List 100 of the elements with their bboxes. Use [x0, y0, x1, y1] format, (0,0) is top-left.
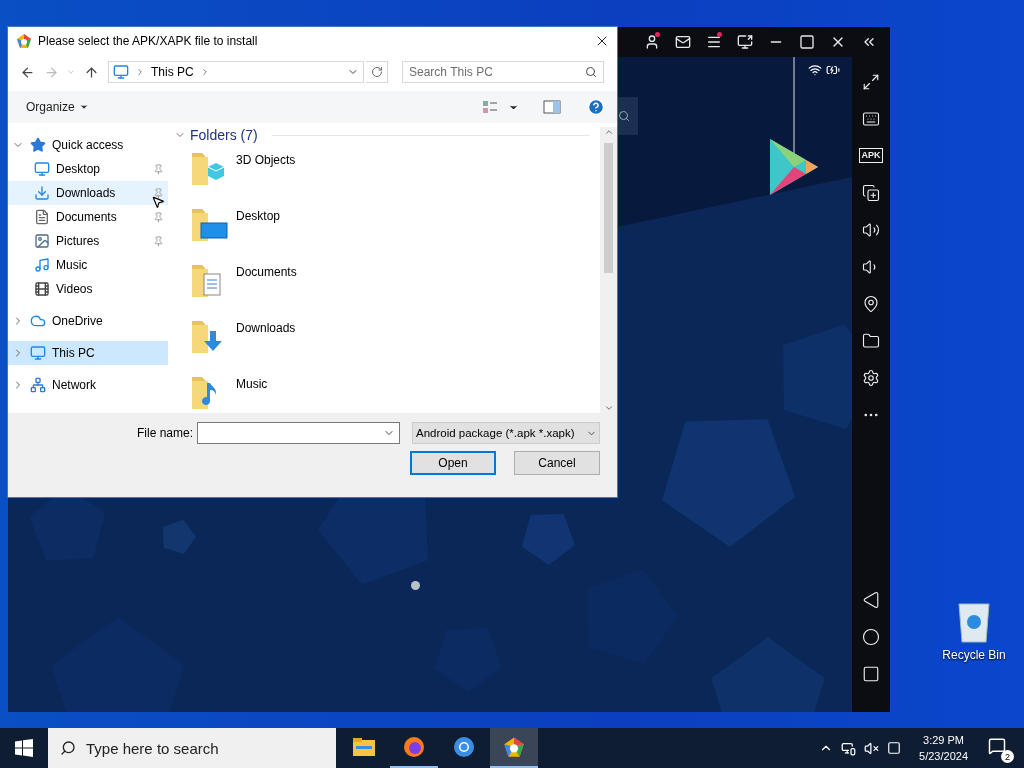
folder-icon: [352, 737, 376, 757]
arrow-right-icon: [43, 64, 59, 80]
nav-label: OneDrive: [52, 314, 104, 328]
cancel-button[interactable]: Cancel: [514, 451, 600, 475]
download-icon: [34, 185, 50, 201]
network-icon[interactable]: [841, 740, 857, 756]
folder-item[interactable]: Desktop: [174, 205, 600, 261]
page-indicator-dot: [411, 581, 420, 590]
notifications-button[interactable]: 2: [986, 733, 1014, 763]
round-browser-icon: [453, 736, 475, 758]
nav-label: Desktop: [56, 162, 102, 176]
picture-icon: [34, 233, 50, 249]
windows-logo-icon: [15, 739, 33, 757]
organize-button[interactable]: Organize: [26, 100, 89, 114]
search-placeholder: Search This PC: [409, 65, 493, 79]
open-button[interactable]: Open: [410, 451, 496, 475]
nav-item[interactable]: Quick access: [8, 133, 168, 157]
clock[interactable]: 3:29 PM 5/23/2024: [919, 732, 968, 764]
address-bar[interactable]: This PC: [108, 61, 364, 83]
search-field[interactable]: Search This PC: [402, 61, 604, 83]
music-note-icon: [34, 257, 50, 273]
nav-label: Videos: [56, 282, 94, 296]
group-header: Folders (7): [190, 127, 258, 143]
screen-icon[interactable]: [736, 34, 753, 50]
folder-name: Desktop: [236, 208, 281, 223]
chevron-right-icon: [135, 67, 145, 77]
keyboard-icon[interactable]: [862, 109, 880, 128]
cursor-icon: [151, 195, 165, 209]
star-icon: [30, 137, 46, 153]
computer-icon: [30, 345, 46, 361]
desktop-icon-label: Recycle Bin: [942, 648, 1006, 662]
file-type-dropdown[interactable]: Android package (*.apk *.xapk): [412, 422, 600, 444]
search-icon: [60, 740, 76, 756]
location-icon[interactable]: [862, 294, 880, 313]
nav-item[interactable]: This PC: [8, 341, 168, 365]
cloud-icon: [30, 313, 46, 329]
folder-item[interactable]: 3D Objects: [174, 149, 600, 205]
nav-item[interactable]: Documents: [8, 205, 168, 229]
taskbar-search-field[interactable]: Type here to search: [48, 728, 336, 768]
window-title: Please select the APK/XAPK file to install: [38, 34, 259, 48]
nav-item[interactable]: Pictures: [8, 229, 168, 253]
document-icon: [34, 209, 50, 225]
scroll-down-icon[interactable]: [603, 403, 614, 413]
film-icon: [34, 281, 50, 297]
settings-icon[interactable]: [862, 368, 880, 387]
back-icon[interactable]: [862, 590, 880, 609]
breadcrumb-item[interactable]: This PC: [151, 65, 194, 79]
fullscreen-icon[interactable]: [862, 72, 880, 91]
folder-name: Music: [236, 376, 268, 391]
nav-item[interactable]: Downloads: [8, 181, 168, 205]
app-logo-icon: [16, 33, 32, 49]
nav-item[interactable]: Videos: [8, 277, 168, 301]
volume-muted-icon[interactable]: [864, 740, 880, 756]
scroll-up-icon[interactable]: [603, 127, 614, 137]
search-placeholder: Type here to search: [86, 739, 219, 757]
help-icon[interactable]: [587, 98, 605, 116]
nav-label: Pictures: [56, 234, 101, 248]
nav-item[interactable]: Network: [8, 373, 168, 397]
tray-app-icon[interactable]: [887, 741, 902, 755]
menu-icon[interactable]: [705, 34, 722, 50]
time-text: 3:29 PM: [923, 733, 964, 748]
recents-icon[interactable]: [862, 664, 880, 683]
scroll-thumb[interactable]: [604, 143, 613, 273]
computer-icon: [113, 64, 129, 80]
taskbar-app-button[interactable]: [490, 728, 538, 768]
folder-name: 3D Objects: [236, 152, 296, 167]
fox-browser-icon: [403, 736, 425, 758]
organize-label: Organize: [26, 100, 75, 114]
folder-item[interactable]: Documents: [174, 261, 600, 317]
maximize-icon[interactable]: [798, 34, 815, 50]
nav-item[interactable]: Desktop: [8, 157, 168, 181]
message-icon: [988, 737, 1006, 755]
wifi-icon: [808, 63, 822, 77]
scrollbar[interactable]: [600, 127, 617, 413]
nav-item[interactable]: OneDrive: [8, 309, 168, 333]
nav-label: Music: [56, 258, 89, 272]
file-name-label: File name:: [136, 426, 193, 440]
refresh-button[interactable]: [366, 61, 388, 83]
folder-name: Documents: [236, 264, 297, 279]
add-window-icon[interactable]: [862, 183, 880, 202]
nav-item[interactable]: Music: [8, 253, 168, 277]
notification-count: 2: [1001, 750, 1014, 763]
desktop-icon: [34, 161, 50, 177]
nav-label: Documents: [56, 210, 118, 224]
file-name-field[interactable]: [197, 422, 400, 444]
mail-icon[interactable]: [674, 34, 691, 50]
pentagon-shape: [521, 513, 575, 565]
date-text: 5/23/2024: [919, 749, 968, 764]
folder-item[interactable]: Downloads: [174, 317, 600, 373]
home-icon[interactable]: [862, 627, 880, 646]
nav-label: Quick access: [52, 138, 125, 152]
nav-label: Downloads: [56, 186, 117, 200]
folder-icon[interactable]: [862, 331, 880, 350]
folder-name: Downloads: [236, 320, 296, 335]
apk-install-button[interactable]: APK: [859, 148, 883, 163]
caret-icon: [78, 102, 89, 112]
folder-item[interactable]: Music: [174, 373, 600, 413]
chevron-down-icon: [66, 67, 76, 77]
search-icon: [585, 66, 597, 78]
volume-up-icon[interactable]: [862, 220, 880, 239]
